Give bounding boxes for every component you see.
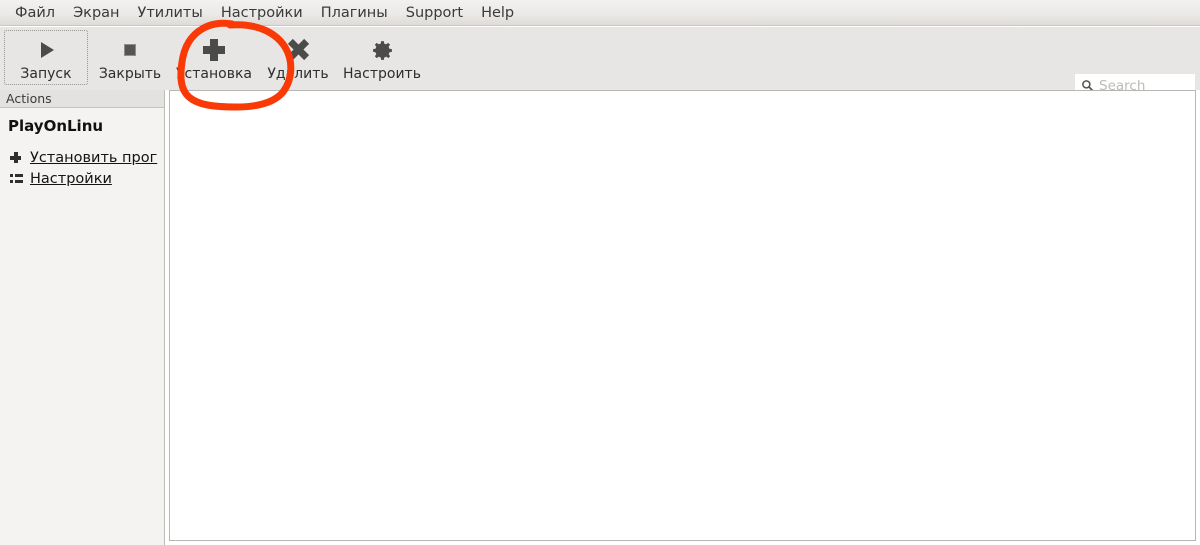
stop-icon: [124, 36, 136, 64]
sidebar-item-settings-label: Настройки: [30, 170, 112, 187]
remove-button[interactable]: Удалить: [256, 30, 340, 85]
close-icon: [287, 36, 309, 64]
sidebar-item-settings[interactable]: Настройки: [0, 168, 164, 189]
run-button-label: Запуск: [20, 66, 72, 82]
gear-icon: [370, 36, 395, 64]
toolbar-button-group: Запуск Закрыть Установка Удалить Настрои…: [4, 30, 424, 85]
plus-icon: [203, 36, 225, 64]
configure-button[interactable]: Настроить: [340, 30, 424, 85]
menu-item-help[interactable]: Help: [472, 2, 523, 24]
menu-item-settings[interactable]: Настройки: [212, 2, 312, 24]
actions-sidebar: Actions PlayOnLinu Установить прог Настр…: [0, 90, 165, 545]
close-app-button-label: Закрыть: [98, 66, 162, 82]
sidebar-link-list: Установить прог Настройки: [0, 147, 164, 189]
menu-item-utilities[interactable]: Утилиты: [129, 2, 212, 24]
sidebar-header: Actions: [0, 90, 164, 108]
menu-item-plugins[interactable]: Плагины: [312, 2, 397, 24]
toolbar: Запуск Закрыть Установка Удалить Настрои…: [0, 27, 1200, 97]
run-button[interactable]: Запуск: [4, 30, 88, 85]
remove-button-label: Удалить: [267, 66, 329, 82]
menu-item-display[interactable]: Экран: [64, 2, 128, 24]
sidebar-title: PlayOnLinu: [8, 117, 104, 135]
menu-item-file[interactable]: Файл: [6, 2, 64, 24]
playonlinux-window: Файл Экран Утилиты Настройки Плагины Sup…: [0, 0, 1200, 545]
configure-button-label: Настроить: [343, 66, 421, 82]
install-button-label: Установка: [176, 66, 252, 82]
menu-bar: Файл Экран Утилиты Настройки Плагины Sup…: [0, 0, 1200, 26]
menu-item-support[interactable]: Support: [397, 2, 472, 24]
sidebar-header-label: Actions: [6, 90, 52, 106]
plus-icon: [10, 152, 30, 163]
list-icon: [10, 173, 30, 184]
application-list-panel[interactable]: [169, 90, 1196, 541]
sidebar-item-install-program-label: Установить прог: [30, 149, 158, 166]
install-button[interactable]: Установка: [172, 30, 256, 85]
play-icon: [39, 36, 54, 64]
sidebar-item-install-program[interactable]: Установить прог: [0, 147, 164, 168]
close-app-button[interactable]: Закрыть: [88, 30, 172, 85]
